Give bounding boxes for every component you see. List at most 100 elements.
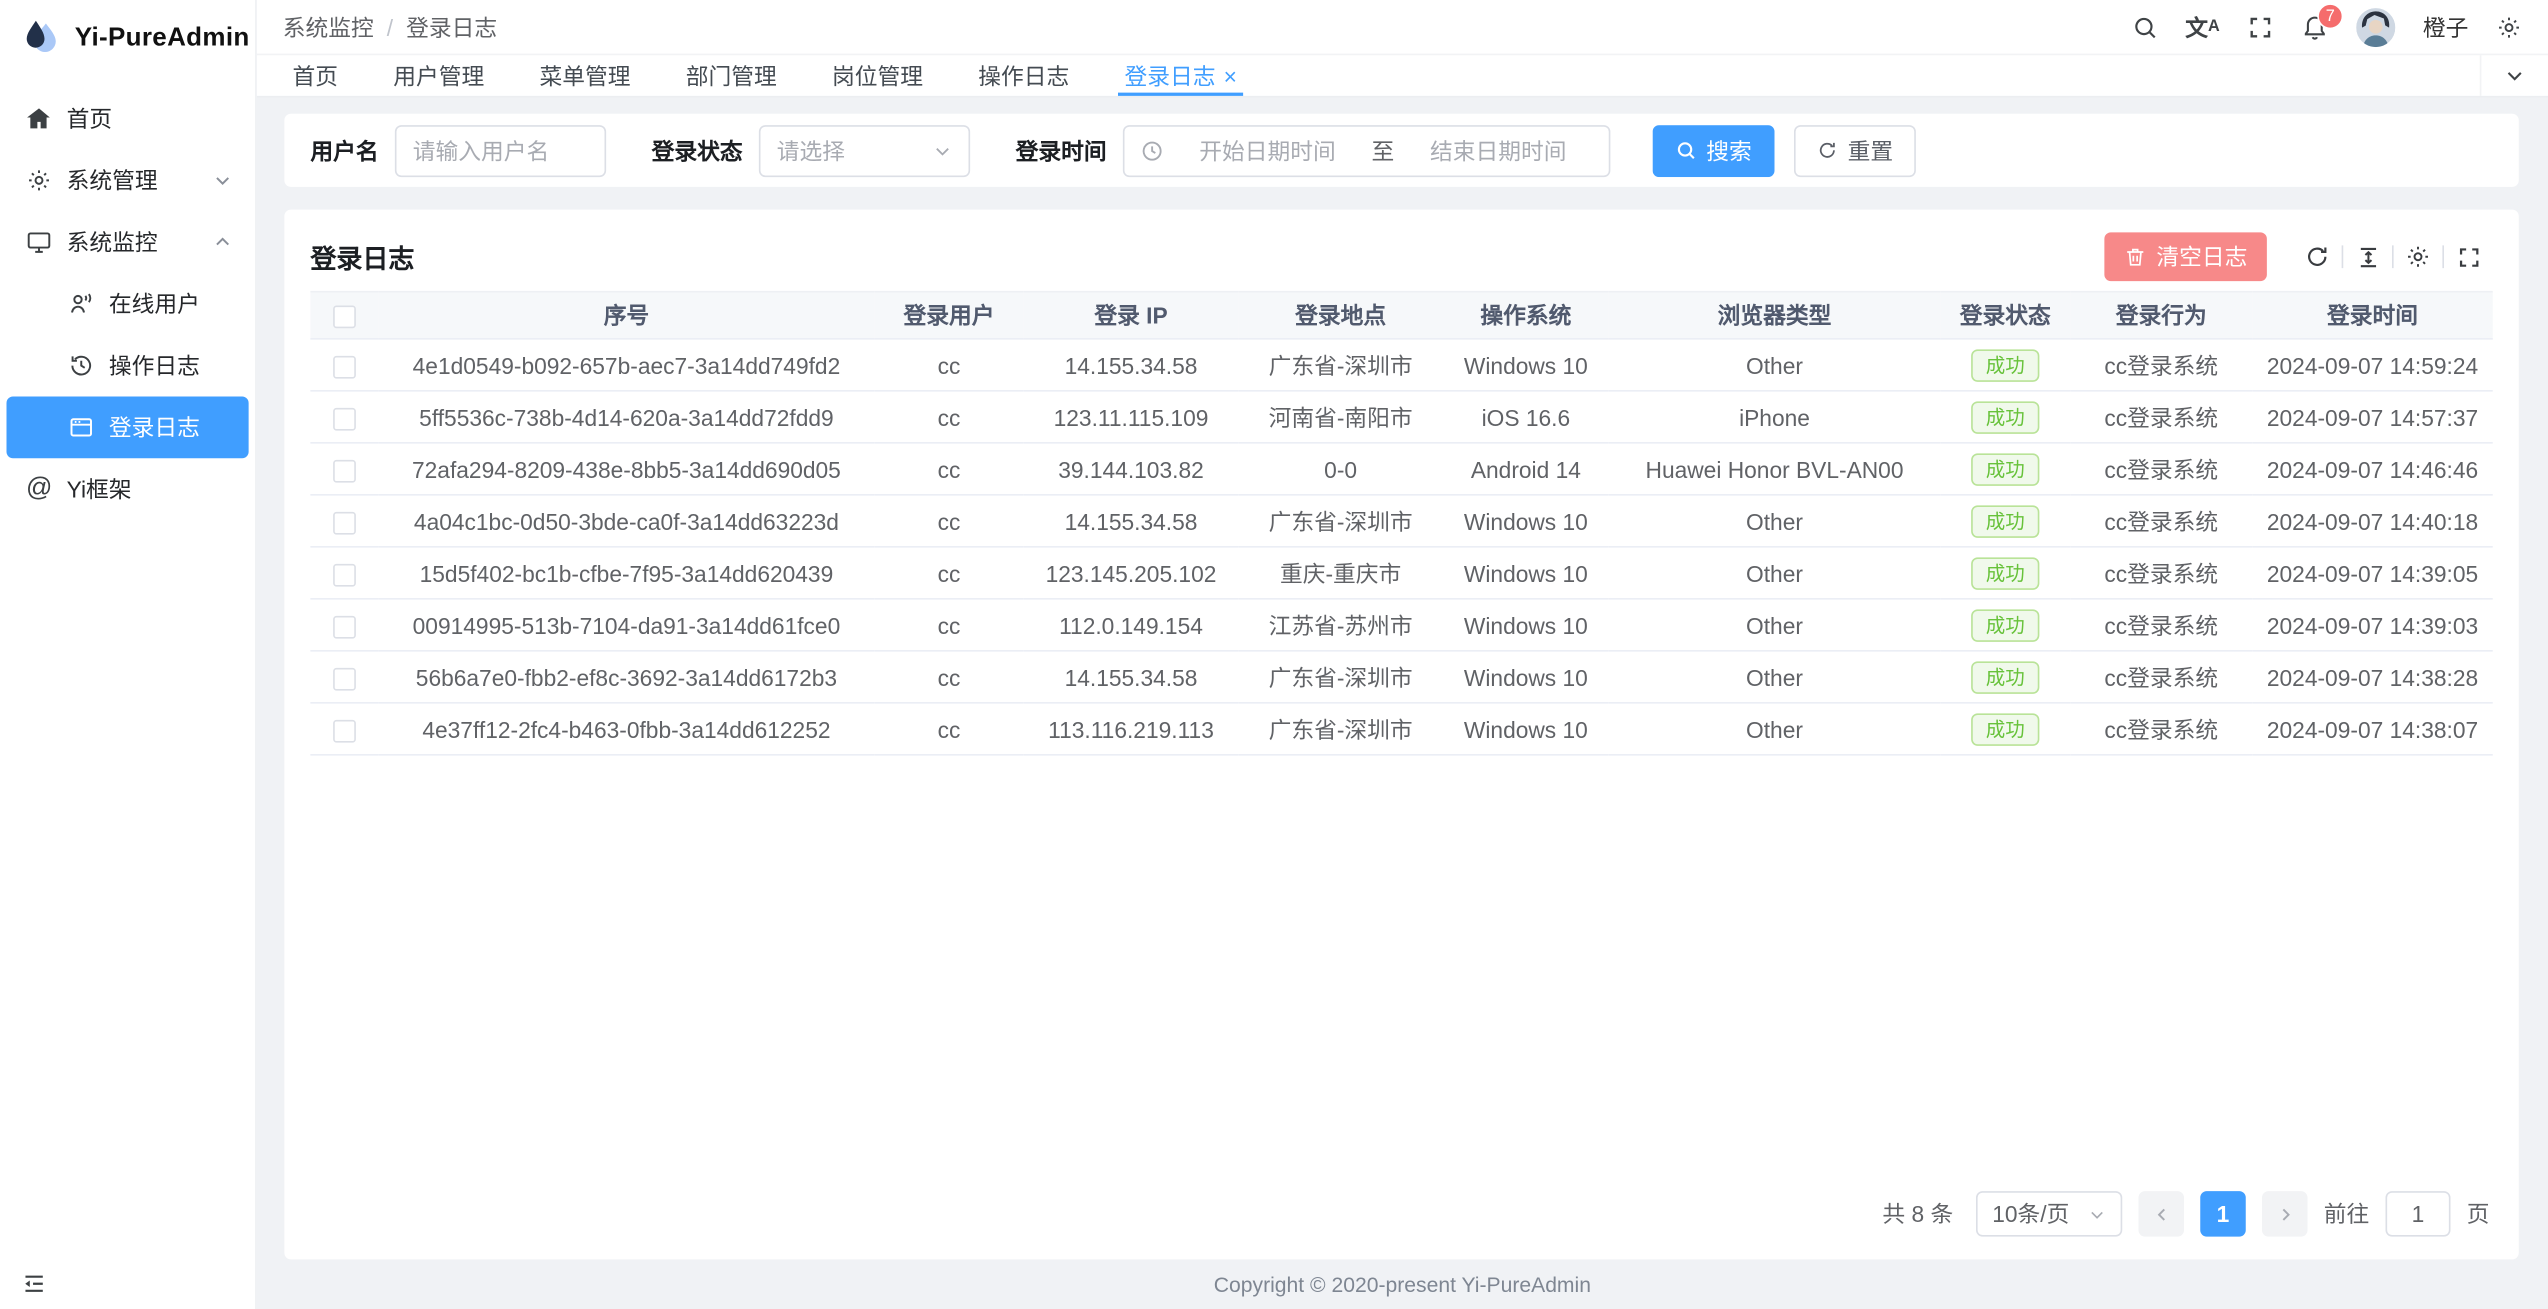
chevron-up-icon xyxy=(213,232,233,252)
start-datetime-input[interactable] xyxy=(1173,137,1362,163)
sidebar-item-system-monitor[interactable]: 系统监控 xyxy=(7,211,249,273)
status-badge: 成功 xyxy=(1971,349,2039,382)
panel-title: 登录日志 xyxy=(310,237,414,276)
table-row: 00914995-513b-7104-da91-3a14dd61fce0cc11… xyxy=(310,599,2492,651)
table-row: 72afa294-8209-438e-8bb5-3a14dd690d05cc39… xyxy=(310,443,2492,495)
tab-bar: 首页 用户管理 菜单管理 部门管理 岗位管理 操作日志 登录日志× xyxy=(257,54,2548,98)
copyright-text: Copyright © 2020-present Yi-PureAdmin xyxy=(1214,1272,1591,1296)
chevron-down-icon xyxy=(213,171,233,191)
app-root: Yi-PureAdmin 首页 系统管理 xyxy=(0,0,2548,1309)
column-settings-icon[interactable] xyxy=(2394,237,2443,276)
row-checkbox[interactable] xyxy=(333,459,356,482)
pagination: 共 8 条 10条/页 1 前往 xyxy=(310,1172,2492,1240)
logo[interactable]: Yi-PureAdmin xyxy=(0,0,255,78)
goto-page-input[interactable] xyxy=(2386,1191,2451,1237)
sidebar-item-home[interactable]: 首页 xyxy=(7,88,249,150)
table-tools xyxy=(2293,237,2493,276)
sidebar-item-label: Yi框架 xyxy=(67,473,132,506)
reset-button[interactable]: 重置 xyxy=(1794,124,1916,176)
chevron-down-icon xyxy=(2088,1205,2106,1223)
login-status-select[interactable]: 请选择 xyxy=(759,124,970,176)
search-icon[interactable] xyxy=(2132,14,2158,40)
sidebar-item-yi-framework[interactable]: @ Yi框架 xyxy=(7,458,249,520)
sidebar-collapse-button[interactable] xyxy=(21,1271,47,1297)
prev-page-button[interactable] xyxy=(2139,1191,2185,1237)
refresh-icon[interactable] xyxy=(2293,237,2342,276)
notification-bell-icon[interactable]: 7 xyxy=(2301,13,2329,41)
nav-tab[interactable]: 用户管理 xyxy=(393,55,484,96)
row-checkbox[interactable] xyxy=(333,511,356,534)
username-label[interactable]: 橙子 xyxy=(2423,11,2469,44)
history-icon xyxy=(68,353,94,379)
end-datetime-input[interactable] xyxy=(1404,137,1593,163)
login-log-panel: 登录日志 清空日志 xyxy=(284,210,2518,1260)
row-checkbox[interactable] xyxy=(333,719,356,742)
row-checkbox[interactable] xyxy=(333,407,356,430)
row-checkbox[interactable] xyxy=(333,615,356,638)
range-separator: 至 xyxy=(1372,134,1395,167)
goto-suffix: 页 xyxy=(2467,1198,2490,1231)
login-time-label: 登录时间 xyxy=(1016,134,1107,167)
search-form: 用户名 登录状态 请选择 登录时间 xyxy=(284,114,2518,187)
select-all-checkbox[interactable] xyxy=(333,306,356,329)
clear-logs-button[interactable]: 清空日志 xyxy=(2104,232,2267,281)
sidebar-item-online-users[interactable]: 在线用户 xyxy=(7,273,249,335)
nav-tab[interactable]: 菜单管理 xyxy=(540,55,631,96)
column-header: 登录 IP xyxy=(1024,292,1239,339)
current-page-button[interactable]: 1 xyxy=(2200,1191,2246,1237)
sidebar-item-label: 在线用户 xyxy=(109,288,200,321)
status-badge: 成功 xyxy=(1971,453,2039,486)
nav-tab[interactable]: 登录日志× xyxy=(1125,55,1237,96)
column-header: 浏览器类型 xyxy=(1609,292,1941,339)
login-status-label: 登录状态 xyxy=(652,134,743,167)
online-user-icon xyxy=(68,291,94,317)
tabs-menu-button[interactable] xyxy=(2480,55,2548,96)
logo-drop-icon xyxy=(20,18,62,60)
table-row: 4e1d0549-b092-657b-aec7-3a14dd749fd2cc14… xyxy=(310,339,2492,391)
avatar[interactable] xyxy=(2356,7,2395,46)
gear-icon xyxy=(26,167,52,193)
login-log-table: 序号登录用户登录 IP登录地点操作系统浏览器类型登录状态登录行为登录时间 4e1… xyxy=(310,291,2492,756)
login-time-range-picker[interactable]: 至 xyxy=(1123,124,1611,176)
row-checkbox[interactable] xyxy=(333,563,356,586)
status-badge: 成功 xyxy=(1971,661,2039,694)
sidebar-item-operation-log[interactable]: 操作日志 xyxy=(7,335,249,397)
username-field[interactable] xyxy=(395,124,606,176)
breadcrumb-item[interactable]: 系统监控 xyxy=(283,11,374,44)
density-icon[interactable] xyxy=(2343,237,2392,276)
username-input[interactable] xyxy=(413,137,589,163)
login-log-icon xyxy=(68,414,94,440)
page-size-select[interactable]: 10条/页 xyxy=(1976,1191,2122,1237)
row-checkbox[interactable] xyxy=(333,355,356,378)
tab-close-icon[interactable]: × xyxy=(1224,64,1237,87)
fullscreen-icon[interactable] xyxy=(2247,14,2273,40)
gear-icon[interactable] xyxy=(2496,14,2522,40)
status-badge: 成功 xyxy=(1971,609,2039,642)
status-badge: 成功 xyxy=(1971,713,2039,746)
sidebar-item-login-log[interactable]: 登录日志 xyxy=(7,397,249,459)
home-icon xyxy=(26,106,52,132)
search-button[interactable]: 搜索 xyxy=(1653,124,1775,176)
table-header-row: 序号登录用户登录 IP登录地点操作系统浏览器类型登录状态登录行为登录时间 xyxy=(310,292,2492,339)
at-icon: @ xyxy=(26,475,52,504)
column-header: 登录地点 xyxy=(1238,292,1443,339)
sidebar-item-system-management[interactable]: 系统管理 xyxy=(7,150,249,212)
nav-tab[interactable]: 首页 xyxy=(293,55,339,96)
goto-label: 前往 xyxy=(2324,1198,2370,1231)
table-row: 4e37ff12-2fc4-b463-0fbb-3a14dd612252cc11… xyxy=(310,703,2492,755)
table-row: 15d5f402-bc1b-cfbe-7f95-3a14dd620439cc12… xyxy=(310,547,2492,599)
nav-tab[interactable]: 操作日志 xyxy=(978,55,1069,96)
footer: Copyright © 2020-present Yi-PureAdmin xyxy=(257,1259,2548,1309)
column-header: 登录用户 xyxy=(874,292,1024,339)
breadcrumb: 系统监控 / 登录日志 xyxy=(283,11,497,44)
translate-icon[interactable]: 文A xyxy=(2185,11,2220,44)
table-row: 4a04c1bc-0d50-3bde-ca0f-3a14dd63223dcc14… xyxy=(310,495,2492,547)
nav-tab[interactable]: 岗位管理 xyxy=(832,55,923,96)
row-checkbox[interactable] xyxy=(333,667,356,690)
clock-icon xyxy=(1141,139,1164,162)
nav-tab[interactable]: 部门管理 xyxy=(686,55,777,96)
sidebar-item-label: 系统监控 xyxy=(67,226,158,259)
username-label: 用户名 xyxy=(310,134,378,167)
next-page-button[interactable] xyxy=(2262,1191,2308,1237)
fullscreen-icon[interactable] xyxy=(2444,237,2493,276)
